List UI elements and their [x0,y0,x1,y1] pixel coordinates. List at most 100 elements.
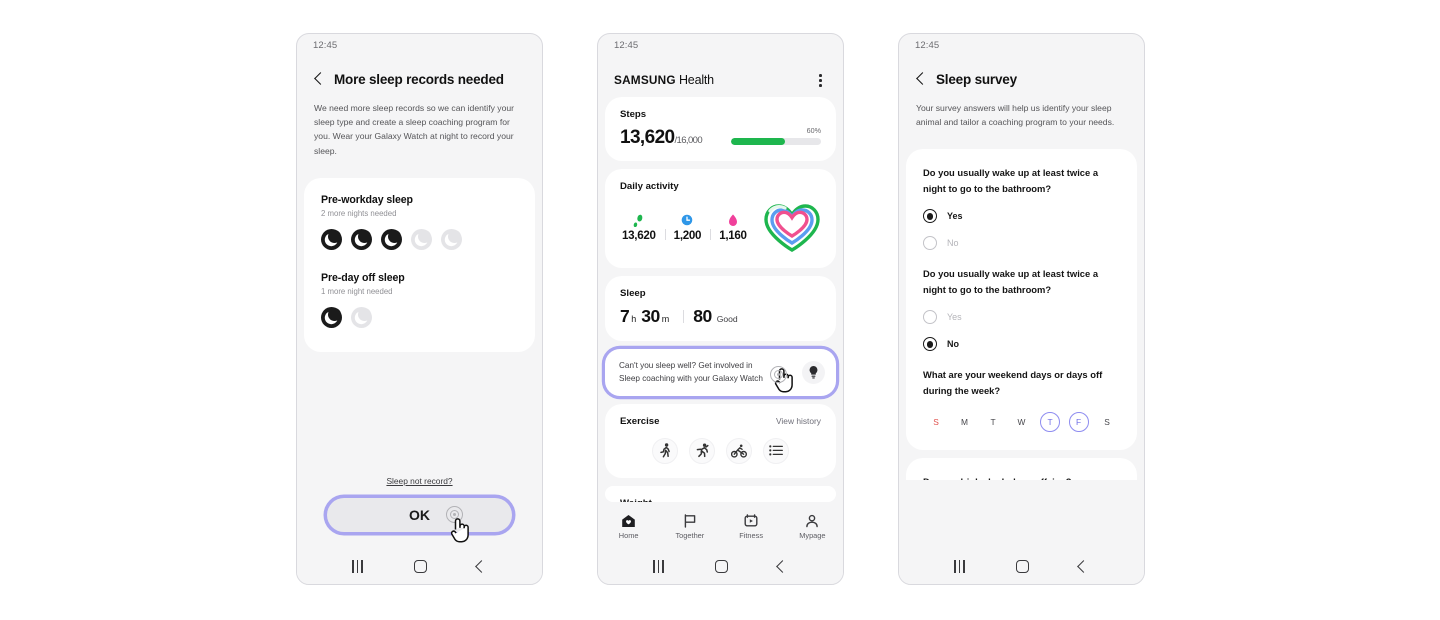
option-no[interactable]: No [923,337,1120,352]
sleep-not-record-link[interactable]: Sleep not record? [297,476,542,486]
sleep-hours: 7 [620,305,630,326]
flame-icon [719,213,747,227]
option-yes[interactable]: Yes [923,310,1120,325]
question-weekend: What are your weekend days or days off d… [923,367,1120,433]
back-chevron-icon[interactable] [1077,559,1091,573]
banner-line-2: Sleep coaching with your Galaxy Watch [619,374,763,384]
day-option-sun[interactable]: S [926,412,946,432]
sleep-card[interactable]: Sleep 7 h 30 m 80 Good [605,275,836,341]
steps-percent-label: 60% [806,125,821,135]
daily-activity-card[interactable]: Daily activity 13,620 1,200 1,160 [605,168,836,268]
moon-progress-row [321,228,518,250]
page-title: More sleep records needed [334,72,504,87]
back-chevron-icon[interactable] [475,559,489,573]
home-square-icon[interactable] [714,559,728,573]
recents-icon[interactable] [954,559,965,573]
sleep-coaching-banner[interactable]: Can't you sleep well? Get involved in Sl… [605,348,836,396]
status-time: 12:45 [614,39,639,51]
status-bar: 12:45 [598,34,843,56]
status-time: 12:45 [915,39,940,51]
radio-icon-unselected[interactable] [923,236,937,251]
question-2: Do you usually wake up at least twice a … [923,266,1120,352]
ok-button-label: OK [409,507,430,523]
moon-progress-row [321,306,518,328]
section-divider-space [321,250,518,272]
section-title: Pre-workday sleep [321,193,413,206]
tab-label: Together [675,531,705,540]
progress-track [731,137,821,145]
clock-icon [674,213,702,227]
moon-icon-filled [381,228,402,250]
weight-card-cut[interactable]: Weight [605,485,836,502]
tab-label: Mypage [799,531,826,540]
day-selector: S M T W T F S [923,412,1120,433]
tab-fitness[interactable]: Fitness [721,514,782,540]
phone-2-samsung-health: 12:45 SAMSUNG Health Steps 13,620/16,000… [597,33,844,585]
ok-button[interactable]: OK [327,498,512,532]
phone-1-more-sleep-records: 12:45 More sleep records needed We need … [296,33,543,585]
tab-together[interactable]: Together [659,514,720,540]
section-title: Pre-day off sleep [321,271,405,284]
option-label: No [947,339,959,350]
recents-icon[interactable] [352,559,363,573]
back-arrow-icon[interactable] [312,73,325,86]
back-chevron-icon[interactable] [776,559,790,573]
activity-heart-ring-icon [764,204,820,252]
running-icon[interactable] [689,437,715,464]
cycling-icon[interactable] [726,437,752,464]
radio-icon-selected[interactable] [923,209,937,224]
phone-1-footer: Sleep not record? OK [297,476,542,548]
steps-card[interactable]: Steps 13,620/16,000 60% [605,96,836,161]
section-subtitle: 1 more night needed [321,286,393,296]
phone-3-body: Sleep survey Your survey answers will he… [899,56,1144,548]
tab-mypage[interactable]: Mypage [782,514,843,540]
status-time: 12:45 [313,39,338,51]
app-logo: SAMSUNG Health [614,73,714,87]
metric-value: 1,160 [719,229,747,243]
radio-icon-unselected[interactable] [923,310,937,325]
day-option-fri[interactable]: F [1068,412,1089,433]
recents-icon[interactable] [653,559,664,573]
question-text: What are your weekend days or days off d… [923,369,1103,396]
banner-line-1: Can't you sleep well? Get involved in [619,360,753,370]
radio-icon-selected[interactable] [923,337,937,352]
intro-text: Your survey answers will help us identif… [916,103,1115,128]
exercise-icon-row [620,437,821,464]
metric-value: 13,620 [622,229,656,243]
metric-steps: 13,620 [620,213,665,242]
flag-icon [684,514,696,528]
list-icon[interactable] [763,437,789,464]
weight-card-title: Weight [620,498,821,502]
option-no[interactable]: No [923,236,1120,251]
day-option-tue[interactable]: T [983,412,1003,432]
section-pre-day-off: Pre-day off sleep 1 more night needed [321,272,518,328]
option-yes[interactable]: Yes [923,209,1120,224]
kebab-menu-icon[interactable] [815,72,826,89]
home-square-icon[interactable] [413,559,427,573]
steps-progress: 60% [731,126,821,147]
steps-value-group: 13,620/16,000 [620,128,703,147]
app-bar: More sleep records needed [297,56,542,95]
steps-goal: /16,000 [674,134,703,146]
tab-home[interactable]: Home [598,514,659,540]
walking-icon[interactable] [652,437,678,464]
question-spacer [923,250,1120,266]
day-option-sat[interactable]: S [1097,412,1117,432]
status-bar: 12:45 [297,34,542,56]
day-option-mon[interactable]: M [955,412,975,432]
sleep-values: 7 h 30 m 80 Good [620,306,821,327]
phone-3-sleep-survey: 12:45 Sleep survey Your survey answers w… [898,33,1145,585]
ok-button-wrapper: OK [327,498,512,543]
survey-questions-card: Do you usually wake up at least twice a … [906,149,1137,451]
view-history-link[interactable]: View history [776,416,821,426]
system-nav-bar [899,548,1144,584]
day-option-thu[interactable]: T [1040,412,1060,433]
home-square-icon[interactable] [1015,559,1029,573]
question-1: Do you usually wake up at least twice a … [923,165,1120,251]
phone-1-body: More sleep records needed We need more s… [297,56,542,548]
back-arrow-icon[interactable] [914,73,927,86]
option-label: Yes [947,312,962,323]
day-option-wed[interactable]: W [1012,412,1032,432]
exercise-card[interactable]: Exercise View history [605,403,836,478]
system-nav-bar [297,548,542,584]
